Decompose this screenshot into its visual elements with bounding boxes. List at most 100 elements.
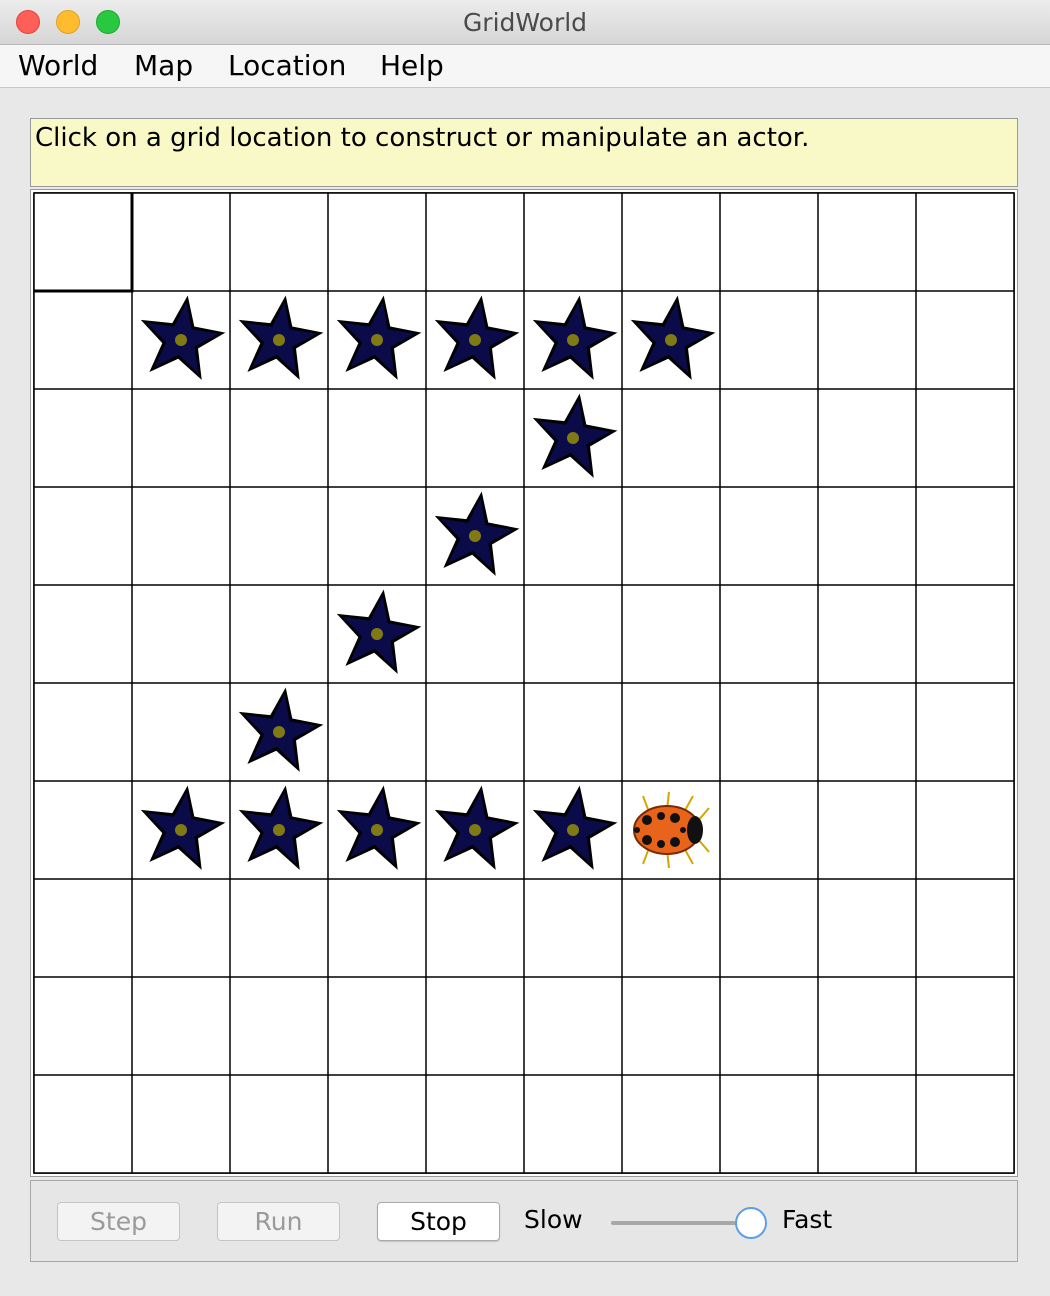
grid-cell[interactable]	[720, 977, 818, 1075]
grid-cell[interactable]	[916, 389, 1014, 487]
grid-cell[interactable]	[426, 879, 524, 977]
grid-cell[interactable]	[34, 683, 132, 781]
grid-cell[interactable]	[720, 389, 818, 487]
flower-center	[273, 824, 285, 836]
grid-cell[interactable]	[230, 389, 328, 487]
grid-cell[interactable]	[916, 977, 1014, 1075]
grid-cell[interactable]	[34, 487, 132, 585]
grid-cell[interactable]	[34, 291, 132, 389]
grid-cell[interactable]	[328, 879, 426, 977]
grid-cell[interactable]	[34, 879, 132, 977]
grid-cell[interactable]	[818, 683, 916, 781]
grid-cell[interactable]	[426, 193, 524, 291]
flower-center	[567, 334, 579, 346]
grid-cell[interactable]	[426, 977, 524, 1075]
grid-cell[interactable]	[132, 879, 230, 977]
grid-cell[interactable]	[132, 683, 230, 781]
stop-button[interactable]: Stop	[377, 1202, 500, 1241]
grid-cell[interactable]	[524, 683, 622, 781]
grid-cell[interactable]	[34, 977, 132, 1075]
grid-cell[interactable]	[328, 487, 426, 585]
grid-cell[interactable]	[524, 487, 622, 585]
grid-cell[interactable]	[524, 879, 622, 977]
grid-cell[interactable]	[818, 977, 916, 1075]
bug-spot	[642, 815, 652, 825]
grid-cell[interactable]	[34, 585, 132, 683]
grid-cell[interactable]	[230, 585, 328, 683]
grid-cell[interactable]	[818, 1075, 916, 1173]
grid-cell[interactable]	[720, 193, 818, 291]
speed-slider-thumb[interactable]	[735, 1207, 767, 1239]
grid-cell[interactable]	[34, 193, 132, 291]
grid-cell[interactable]	[132, 585, 230, 683]
menu-world[interactable]: World	[18, 49, 98, 82]
grid-cell[interactable]	[720, 781, 818, 879]
grid-cell[interactable]	[622, 683, 720, 781]
grid-panel[interactable]	[30, 189, 1018, 1177]
menu-help[interactable]: Help	[380, 49, 444, 82]
grid-cell[interactable]	[132, 1075, 230, 1173]
grid-cell[interactable]	[720, 879, 818, 977]
grid-cell[interactable]	[132, 487, 230, 585]
grid-cell[interactable]	[524, 1075, 622, 1173]
grid-cell[interactable]	[230, 879, 328, 977]
grid-cell[interactable]	[230, 193, 328, 291]
menu-location[interactable]: Location	[228, 49, 346, 82]
grid-cell[interactable]	[622, 1075, 720, 1173]
grid-cell[interactable]	[916, 1075, 1014, 1173]
grid-cell[interactable]	[720, 1075, 818, 1173]
grid-cell[interactable]	[720, 585, 818, 683]
grid-cell[interactable]	[230, 1075, 328, 1173]
grid-cell[interactable]	[230, 487, 328, 585]
grid-cell[interactable]	[818, 193, 916, 291]
grid-cell[interactable]	[720, 487, 818, 585]
speed-slider-track[interactable]	[611, 1221, 751, 1225]
grid-cell[interactable]	[622, 977, 720, 1075]
step-button[interactable]: Step	[57, 1202, 180, 1241]
grid-cell[interactable]	[818, 879, 916, 977]
grid-cell[interactable]	[426, 683, 524, 781]
grid-cell[interactable]	[230, 977, 328, 1075]
grid-cell[interactable]	[916, 193, 1014, 291]
grid-cell[interactable]	[818, 585, 916, 683]
grid-cell[interactable]	[622, 389, 720, 487]
flower-center	[273, 334, 285, 346]
grid-cell[interactable]	[328, 389, 426, 487]
grid-cell[interactable]	[916, 487, 1014, 585]
grid-cell[interactable]	[426, 1075, 524, 1173]
grid-cell[interactable]	[426, 585, 524, 683]
grid-cell[interactable]	[328, 1075, 426, 1173]
grid-cell[interactable]	[818, 291, 916, 389]
grid-cell[interactable]	[916, 683, 1014, 781]
grid-cell[interactable]	[818, 487, 916, 585]
grid-cell[interactable]	[720, 683, 818, 781]
grid-cell[interactable]	[132, 977, 230, 1075]
grid-cell[interactable]	[328, 683, 426, 781]
grid-cell[interactable]	[328, 977, 426, 1075]
grid-cell[interactable]	[622, 487, 720, 585]
run-button[interactable]: Run	[217, 1202, 340, 1241]
grid-cell[interactable]	[916, 781, 1014, 879]
grid-cell[interactable]	[916, 585, 1014, 683]
grid-cell[interactable]	[720, 291, 818, 389]
grid-cell[interactable]	[916, 291, 1014, 389]
grid-cell[interactable]	[132, 389, 230, 487]
menu-map[interactable]: Map	[134, 49, 193, 82]
grid-cell[interactable]	[916, 879, 1014, 977]
grid-cell[interactable]	[426, 389, 524, 487]
grid-cell[interactable]	[34, 1075, 132, 1173]
grid-cell[interactable]	[818, 389, 916, 487]
grid-cell[interactable]	[622, 585, 720, 683]
grid-cell[interactable]	[818, 781, 916, 879]
grid-canvas[interactable]	[31, 190, 1017, 1176]
grid-cell[interactable]	[524, 585, 622, 683]
grid-cell[interactable]	[524, 977, 622, 1075]
flower-center	[665, 334, 677, 346]
grid-cell[interactable]	[622, 193, 720, 291]
grid-cell[interactable]	[524, 193, 622, 291]
grid-cell[interactable]	[622, 879, 720, 977]
grid-cell[interactable]	[132, 193, 230, 291]
grid-cell[interactable]	[34, 389, 132, 487]
grid-cell[interactable]	[328, 193, 426, 291]
grid-cell[interactable]	[34, 781, 132, 879]
